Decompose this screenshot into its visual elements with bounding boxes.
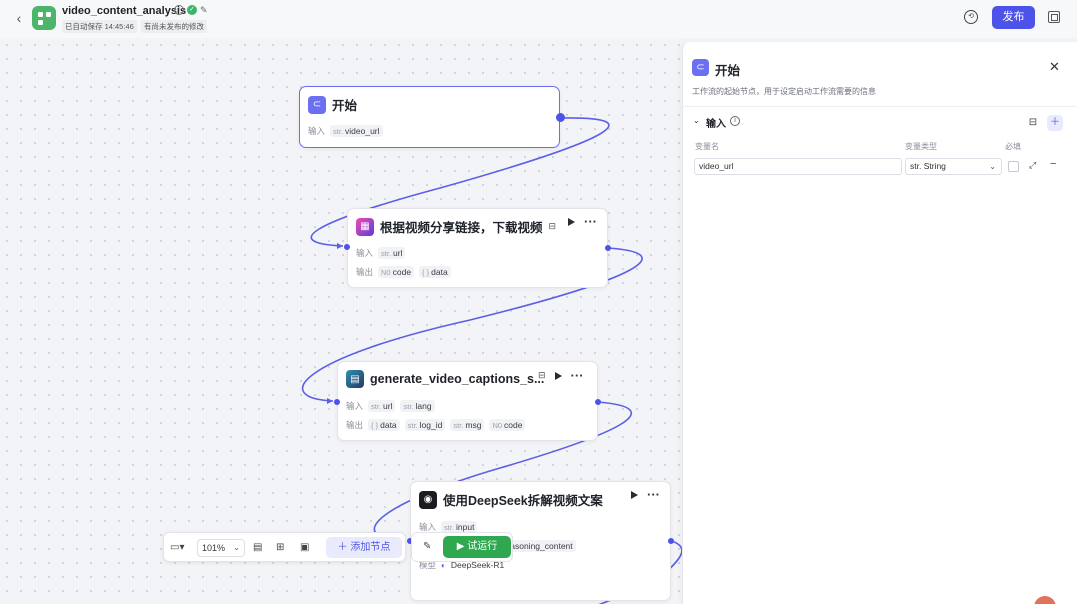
section-title: 输入 — [706, 119, 726, 130]
col-required-header: 必填 — [1005, 142, 1021, 151]
run-node-icon[interactable] — [568, 218, 575, 226]
input-port[interactable] — [344, 244, 350, 250]
top-bar: ‹ video_content_analysis i ✓ ✎ 已自动保存 14:… — [0, 0, 1077, 38]
node-start[interactable]: ⊂ 开始 输入 str. video_url — [299, 86, 565, 148]
node-title: 根据视频分享链接，下载视频 — [380, 221, 543, 235]
add-node-button[interactable]: ＋ 添加节点 — [326, 537, 402, 558]
plugin-icon: ▦ — [356, 217, 374, 236]
back-icon[interactable]: ‹ — [12, 10, 26, 26]
param-pill: N0 code — [489, 419, 526, 431]
output-port[interactable] — [595, 399, 601, 405]
copy-icon[interactable] — [1048, 11, 1060, 23]
start-node-icon: ⊂ — [308, 95, 326, 114]
edit-icon[interactable]: ✎ — [200, 5, 208, 15]
plugin-icon: ▤ — [346, 370, 364, 388]
image-icon[interactable]: ▣ — [300, 542, 309, 553]
node-captions[interactable]: ▤ generate_video_captions_s... ⊟ ··· 输入 … — [334, 361, 601, 441]
more-icon[interactable]: ··· — [584, 215, 597, 228]
variable-type-select[interactable]: str. String ⌄ — [905, 158, 1002, 175]
param-pill: str. url — [368, 400, 396, 412]
comment-icon[interactable]: ▤ — [253, 542, 262, 553]
run-node-icon[interactable] — [554, 371, 562, 380]
param-pill: str. lang — [400, 400, 435, 412]
start-node-icon: ⊂ — [692, 59, 709, 76]
info-icon[interactable]: i — [730, 116, 740, 126]
add-variable-button[interactable]: ＋ — [1047, 115, 1063, 131]
unpublished-badge: 有尚未发布的修改 — [141, 20, 207, 33]
workflow-title: video_content_analysis — [62, 5, 187, 17]
node-download[interactable]: ▦ 根据视频分享链接，下载视频 ⊟ ··· 输入 str. url 输出 N0 co… — [344, 208, 611, 288]
remove-icon[interactable]: − — [1050, 158, 1056, 170]
node-title: 开始 — [332, 99, 358, 113]
layout-icon[interactable]: ⊞ — [276, 542, 284, 553]
arrow-download — [337, 243, 343, 249]
node-title: 使用DeepSeek拆解视频文案 — [443, 494, 603, 508]
check-icon: ✓ — [187, 5, 197, 15]
output-label: 输出 — [346, 420, 364, 430]
input-label: 输入 — [308, 126, 326, 136]
autosave-status: 已自动保存 14:45:46 — [62, 20, 137, 33]
expand-icon[interactable]: ⤢ — [1029, 160, 1036, 171]
required-checkbox[interactable] — [1008, 161, 1019, 172]
store-icon: ⊟ — [538, 370, 546, 380]
divider — [683, 106, 1077, 107]
col-type-header: 变量类型 — [905, 142, 937, 151]
workflow-canvas[interactable]: ⊂ 开始 输入 str. video_url ▦ 根据视频分享链接，下载视频 ⊟ … — [0, 38, 682, 604]
param-pill: str. video_url — [330, 125, 383, 137]
param-pill: str. log_id — [404, 419, 446, 431]
wrench-icon[interactable]: ✎ — [423, 541, 431, 552]
info-icon[interactable]: i — [174, 5, 184, 15]
run-toolbar: ✎ ▶ 试运行 — [411, 532, 513, 562]
test-run-button[interactable]: ▶ 试运行 — [443, 536, 511, 558]
variable-name-input[interactable]: video_url — [694, 158, 902, 175]
input-label: 输入 — [356, 248, 374, 258]
output-port[interactable] — [556, 113, 565, 122]
output-label: 输出 — [356, 267, 374, 277]
node-settings-panel: ⊂ 开始 ✕ 工作流的起始节点，用于设定启动工作流需要的信息 ⌄ 输入 i ⊟ … — [682, 42, 1077, 604]
more-icon[interactable]: ··· — [647, 488, 660, 501]
param-pill: { } data — [368, 419, 400, 431]
output-port[interactable] — [668, 538, 674, 544]
param-pill: str. msg — [450, 419, 485, 431]
history-icon[interactable]: ⟲ — [964, 10, 978, 24]
close-icon[interactable]: ✕ — [1049, 59, 1060, 75]
node-title: generate_video_captions_s... — [370, 372, 545, 386]
minimap-icon[interactable]: ▭▾ — [170, 542, 184, 553]
arrow-captions — [327, 398, 333, 404]
store-icon: ⊟ — [548, 221, 557, 231]
param-pill: str. url — [378, 247, 406, 259]
run-node-icon[interactable] — [631, 491, 638, 499]
canvas-toolbar: ▭▾ 101% ⌄ ▤ ⊞ ▣ ＋ 添加节点 — [163, 532, 406, 562]
llm-icon: ◉ — [419, 490, 437, 509]
import-icon[interactable]: ⊟ — [1025, 115, 1041, 131]
more-icon[interactable]: ··· — [571, 369, 584, 382]
panel-description: 工作流的起始节点，用于设定启动工作流需要的信息 — [692, 87, 876, 96]
chevron-down-icon[interactable]: ⌄ — [693, 116, 700, 125]
zoom-select[interactable]: 101% ⌄ — [197, 539, 245, 557]
publish-button[interactable]: 发布 — [992, 6, 1035, 29]
param-pill: N0 code — [378, 266, 415, 278]
input-label: 输入 — [346, 401, 364, 411]
input-port[interactable] — [334, 399, 340, 405]
panel-title: 开始 — [715, 64, 741, 78]
output-port[interactable] — [605, 245, 611, 251]
workflow-logo — [32, 6, 56, 30]
param-pill: { } data — [419, 266, 451, 278]
col-name-header: 变量名 — [695, 142, 719, 151]
